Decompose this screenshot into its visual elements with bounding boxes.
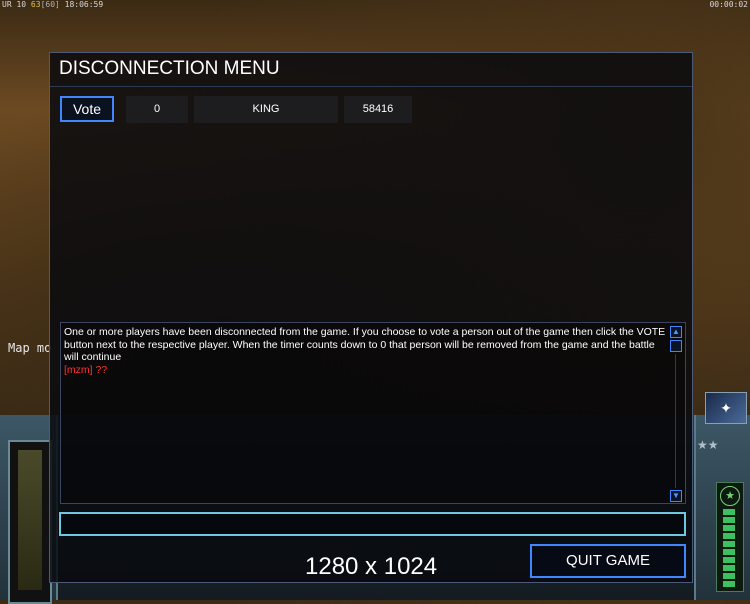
scroll-down-arrow-icon[interactable]: ▼ [670, 490, 682, 502]
player-name: KING [194, 96, 338, 123]
chat-input[interactable] [59, 512, 686, 536]
chat-messages: One or more players have been disconnect… [64, 326, 669, 376]
map-message: Map mo [8, 341, 52, 355]
scroll-track [675, 354, 676, 488]
power-icon: ★ [720, 486, 740, 506]
satellite-icon[interactable]: ✦ [705, 392, 747, 424]
power-meter: ★ [716, 482, 744, 592]
resolution-label: 1280 x 1024 [305, 553, 438, 580]
dialog-title: DISCONNECTION MENU [59, 58, 280, 79]
game-timer: 00:00:02 [709, 0, 748, 9]
chat-scrollbar[interactable]: ▲ ▼ [670, 324, 684, 502]
radar-minimap[interactable] [18, 450, 42, 590]
vote-button[interactable]: Vote [60, 96, 114, 122]
rank-stars-icon: ★★ [697, 438, 719, 452]
power-bar [723, 509, 735, 587]
player-ping: 58416 [344, 96, 412, 123]
scroll-thumb[interactable] [670, 340, 682, 352]
title-divider [50, 86, 692, 87]
system-message: One or more players have been disconnect… [64, 326, 666, 363]
chat-log[interactable]: One or more players have been disconnect… [60, 322, 686, 504]
fps-value: 63 [30, 0, 41, 9]
disconnection-dialog: DISCONNECTION MENU Vote 0 KING 58416 One… [49, 52, 693, 583]
clock-time: 18:06:59 [64, 0, 104, 9]
fps-readout: UR 10 63[60] 18:06:59 [2, 0, 103, 10]
fps-cap: [60] [40, 0, 60, 9]
player-row: Vote 0 KING 58416 [60, 95, 460, 125]
quit-game-button[interactable]: QUIT GAME [530, 544, 686, 578]
status-prefix: UR 10 [2, 0, 27, 9]
user-chat-message: [mzm] ?? [64, 363, 108, 376]
vote-count: 0 [126, 96, 188, 123]
scroll-up-arrow-icon[interactable]: ▲ [670, 326, 682, 338]
